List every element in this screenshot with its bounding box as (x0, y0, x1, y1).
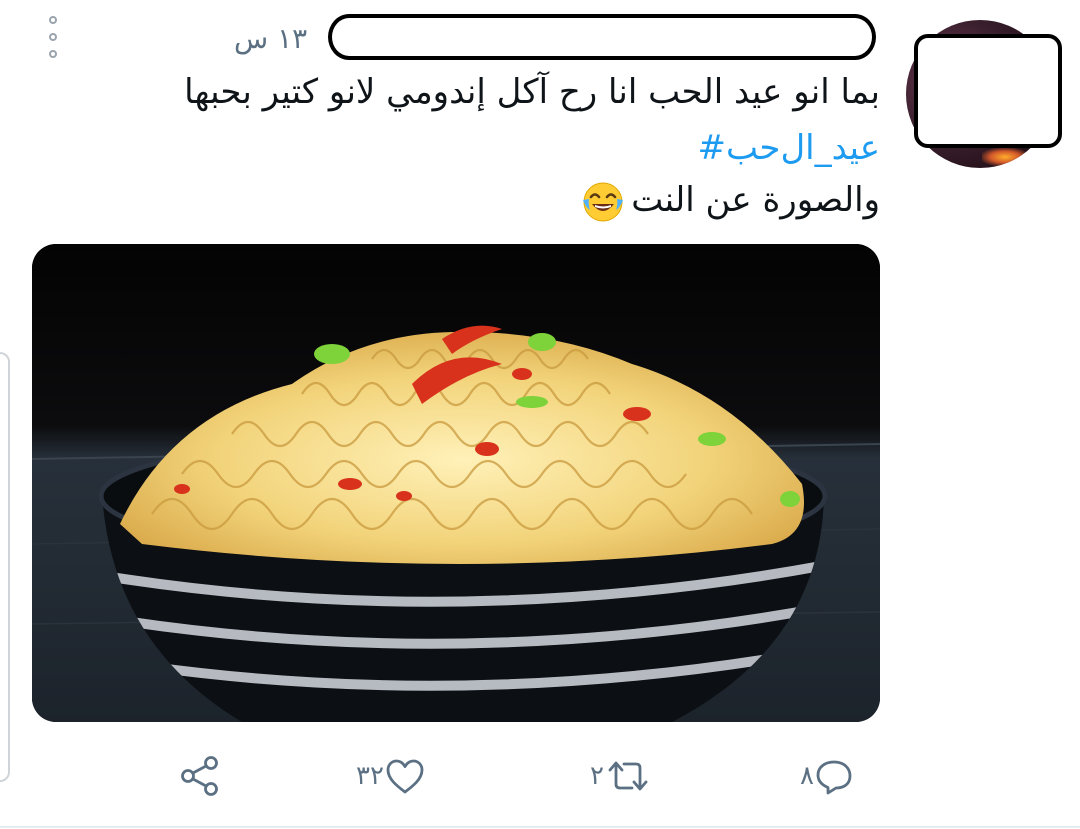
more-options-icon-dot (49, 50, 57, 58)
avatar-light (982, 148, 1028, 166)
more-options-icon (49, 16, 57, 24)
reply-button[interactable]: ٨ (788, 748, 854, 804)
tweet-text-line-1: بما انو عيد الحب انا رح آكل إندومي لانو … (184, 72, 880, 112)
share-button[interactable] (178, 748, 222, 804)
like-count: ٣٢ (356, 761, 384, 791)
like-icon (386, 759, 424, 794)
like-button[interactable]: ٣٢ (344, 748, 426, 804)
more-options-button[interactable] (42, 16, 64, 58)
adjacent-card-edge (0, 352, 10, 782)
tweet-timestamp[interactable]: ١٣ س (234, 22, 324, 55)
avatar-redaction-box (914, 34, 1062, 148)
hashtag-text[interactable]: #عيد_ال‌حب (698, 128, 880, 168)
author-name-redacted (328, 14, 876, 60)
tweet-text-line-3-text: والصورة عن النت (631, 180, 880, 220)
noodle-bowl-photo (32, 244, 880, 722)
tweet-text-line-3: والصورة عن النت (120, 178, 880, 224)
tweet-actions-bar: ٨ ٢ ٣٢ (0, 748, 1080, 804)
hashtag-link[interactable]: #عيد_ال‌حب (120, 126, 880, 170)
tweet-divider (0, 826, 1080, 828)
reply-icon (816, 760, 852, 795)
retweet-icon (608, 761, 648, 791)
retweet-button[interactable]: ٢ (578, 748, 652, 804)
retweet-count: ٢ (590, 761, 604, 791)
tweet-image-noodles[interactable] (32, 244, 880, 722)
more-options-icon-dot (49, 33, 57, 41)
face-with-tears-of-joy-emoji (583, 182, 624, 221)
reply-count: ٨ (800, 761, 814, 791)
share-icon (181, 756, 218, 796)
